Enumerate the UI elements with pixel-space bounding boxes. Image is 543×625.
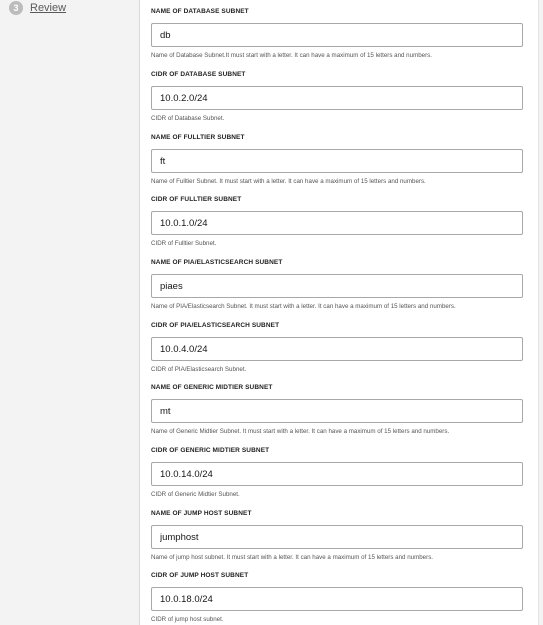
field-help-text: CIDR of Fulltier Subnet. [151,240,217,247]
field-label: NAME OF GENERIC MIDTIER SUBNET [151,384,273,391]
fulltier-subnet-cidr-input[interactable] [151,211,523,235]
field-help-text: CIDR of Database Subnet. [151,115,225,122]
fulltier-subnet-name-field: NAME OF FULLTIER SUBNET Name of Fulltier… [151,133,523,186]
generic-midtier-subnet-name-field: NAME OF GENERIC MIDTIER SUBNET Name of G… [151,383,523,436]
field-help-text: Name of Generic Midtier Subnet. It must … [151,428,450,435]
field-label: NAME OF JUMP HOST SUBNET [151,510,252,517]
field-label: NAME OF PIA/ELASTICSEARCH SUBNET [151,259,283,266]
field-help-text: CIDR of PIA/Elasticsearch Subnet. [151,366,247,373]
step-number-badge: 3 [9,1,23,15]
database-subnet-name-field: NAME OF DATABASE SUBNET Name of Database… [151,7,523,60]
jump-host-subnet-cidr-input[interactable] [151,587,523,611]
fulltier-subnet-cidr-field: CIDR OF FULLTIER SUBNET CIDR of Fulltier… [151,195,523,248]
field-label: CIDR OF GENERIC MIDTIER SUBNET [151,447,270,454]
jump-host-subnet-name-input[interactable] [151,525,523,549]
page-scroll-edge [538,0,543,625]
fulltier-subnet-name-input[interactable] [151,149,523,173]
field-label: NAME OF FULLTIER SUBNET [151,134,245,141]
subnet-form: NAME OF DATABASE SUBNET Name of Database… [140,0,538,625]
step-review-link[interactable]: Review [30,2,66,14]
pia-elasticsearch-subnet-cidr-input[interactable] [151,337,523,361]
field-help-text: Name of Fulltier Subnet. It must start w… [151,178,426,185]
field-label: CIDR OF FULLTIER SUBNET [151,196,242,203]
wizard-step-review[interactable]: 3 Review [9,1,66,15]
jump-host-subnet-cidr-field: CIDR OF JUMP HOST SUBNET CIDR of jump ho… [151,571,523,624]
database-subnet-cidr-field: CIDR OF DATABASE SUBNET CIDR of Database… [151,70,523,123]
pia-elasticsearch-subnet-cidr-field: CIDR OF PIA/ELASTICSEARCH SUBNET CIDR of… [151,321,523,374]
field-help-text: CIDR of Generic Midtier Subnet. [151,491,240,498]
field-help-text: Name of Database Subnet.It must start wi… [151,52,432,59]
field-help-text: Name of jump host subnet. It must start … [151,554,434,561]
field-label: CIDR OF DATABASE SUBNET [151,71,246,78]
field-help-text: Name of PIA/Elasticsearch Subnet. It mus… [151,303,456,310]
pia-elasticsearch-subnet-name-input[interactable] [151,274,523,298]
field-help-text: CIDR of jump host subnet. [151,616,224,623]
field-label: CIDR OF PIA/ELASTICSEARCH SUBNET [151,322,280,329]
field-label: CIDR OF JUMP HOST SUBNET [151,572,249,579]
generic-midtier-subnet-cidr-field: CIDR OF GENERIC MIDTIER SUBNET CIDR of G… [151,446,523,499]
pia-elasticsearch-subnet-name-field: NAME OF PIA/ELASTICSEARCH SUBNET Name of… [151,258,523,311]
field-label: NAME OF DATABASE SUBNET [151,8,249,15]
database-subnet-name-input[interactable] [151,23,523,47]
wizard-steps-panel: 3 Review [0,0,139,625]
generic-midtier-subnet-name-input[interactable] [151,399,523,423]
database-subnet-cidr-input[interactable] [151,86,523,110]
jump-host-subnet-name-field: NAME OF JUMP HOST SUBNET Name of jump ho… [151,509,523,562]
generic-midtier-subnet-cidr-input[interactable] [151,462,523,486]
